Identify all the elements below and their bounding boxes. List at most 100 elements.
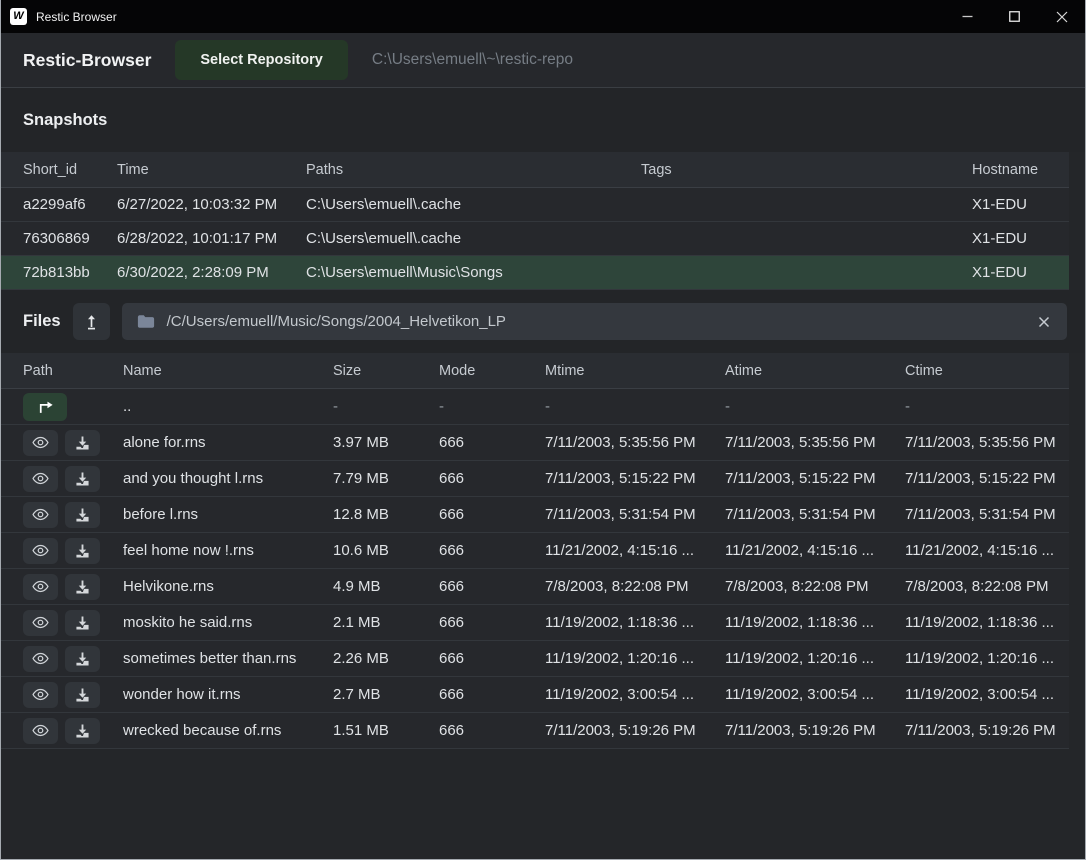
download-file-button[interactable]	[65, 466, 100, 492]
close-button[interactable]	[1038, 0, 1085, 33]
arrow-up-right-icon	[36, 399, 55, 414]
file-mode: 666	[439, 650, 545, 667]
preview-file-button[interactable]	[23, 646, 58, 672]
file-atime: 7/11/2003, 5:15:22 PM	[725, 470, 905, 487]
snapshot-short-id: 76306869	[23, 230, 117, 247]
eye-icon	[32, 616, 49, 629]
file-mode: 666	[439, 578, 545, 595]
download-icon	[75, 580, 90, 594]
app-header: Restic-Browser Select Repository C:\User…	[1, 33, 1085, 88]
file-row: and you thought l.rns 7.79 MB 666 7/11/2…	[1, 461, 1069, 497]
file-mtime: 11/19/2002, 1:20:16 ...	[545, 650, 725, 667]
preview-file-button[interactable]	[23, 538, 58, 564]
file-atime: 11/19/2002, 3:00:54 ...	[725, 686, 905, 703]
file-mtime: -	[545, 398, 725, 415]
current-path-bar[interactable]: /C/Users/emuell/Music/Songs/2004_Helveti…	[122, 303, 1067, 340]
snapshot-row[interactable]: 76306869 6/28/2022, 10:01:17 PM C:\Users…	[1, 222, 1069, 256]
empty-area	[1, 749, 1085, 859]
arrow-up-from-bar-icon	[84, 314, 99, 330]
file-mode: 666	[439, 722, 545, 739]
column-mtime: Mtime	[545, 363, 725, 379]
download-file-button[interactable]	[65, 682, 100, 708]
snapshot-short-id: a2299af6	[23, 196, 117, 213]
file-atime: 7/11/2003, 5:19:26 PM	[725, 722, 905, 739]
download-file-button[interactable]	[65, 646, 100, 672]
preview-file-button[interactable]	[23, 682, 58, 708]
file-size: 12.8 MB	[333, 506, 439, 523]
maximize-button[interactable]	[991, 0, 1038, 33]
file-row: before l.rns 12.8 MB 666 7/11/2003, 5:31…	[1, 497, 1069, 533]
file-mtime: 11/21/2002, 4:15:16 ...	[545, 542, 725, 559]
clear-path-icon	[1038, 316, 1050, 328]
file-mtime: 7/8/2003, 8:22:08 PM	[545, 578, 725, 595]
files-title: Files	[23, 312, 61, 331]
column-atime: Atime	[725, 363, 905, 379]
clear-path-button[interactable]	[1036, 314, 1052, 330]
snapshots-table-body: a2299af6 6/27/2022, 10:03:32 PM C:\Users…	[1, 188, 1085, 290]
column-path: Path	[23, 363, 123, 379]
titlebar-left: W Restic Browser	[1, 8, 117, 25]
column-ctime: Ctime	[905, 363, 1069, 379]
snapshot-hostname: X1-EDU	[972, 264, 1069, 281]
download-file-button[interactable]	[65, 718, 100, 744]
file-row: wrecked because of.rns 1.51 MB 666 7/11/…	[1, 713, 1069, 749]
window-title: Restic Browser	[36, 10, 117, 24]
file-name: wonder how it.rns	[123, 686, 333, 703]
file-atime: 11/19/2002, 1:20:16 ...	[725, 650, 905, 667]
eye-icon	[32, 580, 49, 593]
file-mtime: 7/11/2003, 5:19:26 PM	[545, 722, 725, 739]
file-atime: 7/8/2003, 8:22:08 PM	[725, 578, 905, 595]
file-atime: 7/11/2003, 5:35:56 PM	[725, 434, 905, 451]
download-file-button[interactable]	[65, 502, 100, 528]
snapshot-hostname: X1-EDU	[972, 230, 1069, 247]
snapshot-time: 6/28/2022, 10:01:17 PM	[117, 230, 306, 247]
go-to-parent-button[interactable]	[23, 393, 67, 421]
preview-file-button[interactable]	[23, 466, 58, 492]
close-icon	[1056, 11, 1068, 23]
file-ctime: 11/19/2002, 1:20:16 ...	[905, 650, 1069, 667]
preview-file-button[interactable]	[23, 430, 58, 456]
file-atime: 7/11/2003, 5:31:54 PM	[725, 506, 905, 523]
snapshot-row[interactable]: 72b813bb 6/30/2022, 2:28:09 PM C:\Users\…	[1, 256, 1069, 290]
file-ctime: 7/11/2003, 5:35:56 PM	[905, 434, 1069, 451]
app-name: Restic-Browser	[23, 50, 151, 71]
file-name: alone for.rns	[123, 434, 333, 451]
preview-file-button[interactable]	[23, 610, 58, 636]
file-atime: 11/21/2002, 4:15:16 ...	[725, 542, 905, 559]
download-icon	[75, 616, 90, 630]
file-name: and you thought l.rns	[123, 470, 333, 487]
select-repository-button[interactable]: Select Repository	[175, 40, 348, 80]
file-ctime: 7/8/2003, 8:22:08 PM	[905, 578, 1069, 595]
preview-file-button[interactable]	[23, 502, 58, 528]
file-atime: 11/19/2002, 1:18:36 ...	[725, 614, 905, 631]
column-mode: Mode	[439, 363, 545, 379]
download-file-button[interactable]	[65, 538, 100, 564]
file-name: wrecked because of.rns	[123, 722, 333, 739]
column-hostname: Hostname	[972, 162, 1069, 178]
file-size: 4.9 MB	[333, 578, 439, 595]
files-toolbar: Files /C/Users/emuell/Music/Songs/2004_H…	[1, 290, 1085, 353]
download-file-button[interactable]	[65, 610, 100, 636]
file-row: sometimes better than.rns 2.26 MB 666 11…	[1, 641, 1069, 677]
files-table-header: Path Name Size Mode Mtime Atime Ctime	[1, 353, 1069, 389]
file-ctime: 11/19/2002, 1:18:36 ...	[905, 614, 1069, 631]
preview-file-button[interactable]	[23, 574, 58, 600]
up-to-root-button[interactable]	[73, 303, 110, 340]
parent-directory-row: .. - - - - -	[1, 389, 1069, 425]
preview-file-button[interactable]	[23, 718, 58, 744]
eye-icon	[32, 652, 49, 665]
snapshot-paths: C:\Users\emuell\.cache	[306, 230, 641, 247]
snapshot-row[interactable]: a2299af6 6/27/2022, 10:03:32 PM C:\Users…	[1, 188, 1069, 222]
file-mode: 666	[439, 686, 545, 703]
column-paths: Paths	[306, 162, 641, 178]
file-mode: 666	[439, 614, 545, 631]
file-row: alone for.rns 3.97 MB 666 7/11/2003, 5:3…	[1, 425, 1069, 461]
file-ctime: 11/21/2002, 4:15:16 ...	[905, 542, 1069, 559]
file-mtime: 11/19/2002, 3:00:54 ...	[545, 686, 725, 703]
snapshot-paths: C:\Users\emuell\.cache	[306, 196, 641, 213]
download-file-button[interactable]	[65, 574, 100, 600]
window-controls	[944, 0, 1085, 33]
minimize-button[interactable]	[944, 0, 991, 33]
column-time: Time	[117, 162, 306, 178]
download-file-button[interactable]	[65, 430, 100, 456]
